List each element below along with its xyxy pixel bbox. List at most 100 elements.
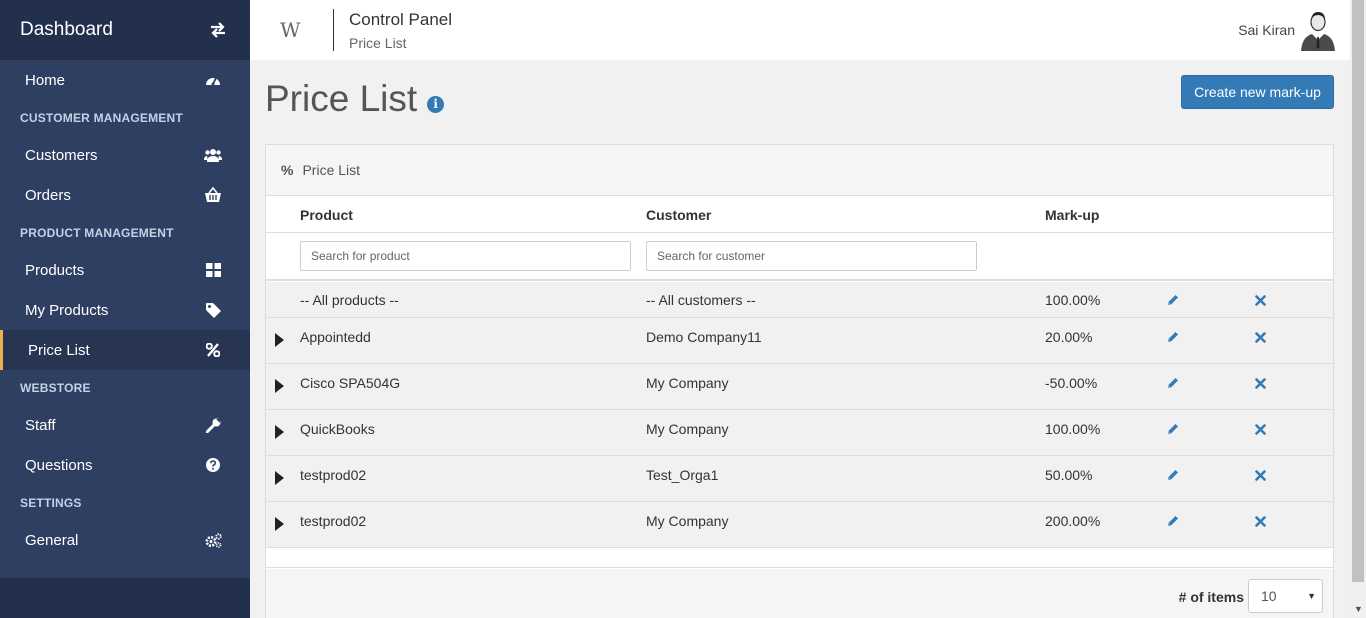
customer-cell: Test_Orga1 (646, 467, 719, 483)
expand-caret-icon[interactable] (275, 425, 284, 439)
close-icon[interactable] (1253, 376, 1267, 390)
logo[interactable]: W (280, 18, 301, 42)
sidebar-section-customer-management: CUSTOMER MANAGEMENT (20, 110, 183, 125)
expand-caret-icon[interactable] (275, 333, 284, 347)
product-cell: Appointedd (300, 329, 371, 345)
table-row-all: -- All products -- -- All customers -- 1… (266, 282, 1333, 318)
dashboard-icon (204, 71, 222, 89)
panel-heading: % Price List (266, 145, 1333, 196)
sidebar-section-product-management: PRODUCT MANAGEMENT (20, 225, 174, 240)
close-icon[interactable] (1253, 468, 1267, 482)
column-header-product[interactable]: Product (300, 207, 353, 223)
avatar[interactable] (1298, 9, 1338, 51)
table-row: Cisco SPA504G My Company -50.00% (266, 364, 1333, 410)
product-cell: testprod02 (300, 467, 367, 483)
page-title-text: Price List (265, 78, 418, 119)
markup-cell: 100.00% (1045, 292, 1101, 308)
pencil-icon[interactable] (1166, 468, 1180, 482)
wrench-icon (204, 416, 222, 434)
markup-cell: 200.00% (1045, 513, 1101, 529)
chevron-down-icon: ▼ (1307, 591, 1316, 601)
close-icon[interactable] (1253, 330, 1267, 344)
column-header-customer[interactable]: Customer (646, 207, 711, 223)
price-list-panel: % Price List Product Customer Mark-up --… (265, 144, 1334, 618)
percent-icon (204, 341, 222, 359)
pencil-icon[interactable] (1166, 514, 1180, 528)
cogs-icon (204, 531, 222, 549)
markup-cell: 50.00% (1045, 467, 1093, 483)
table-bottom-spacer (266, 548, 1333, 568)
percent-icon: % (281, 162, 294, 178)
close-icon[interactable] (1253, 514, 1267, 528)
sidebar-item-general[interactable]: General (0, 520, 250, 560)
pencil-icon[interactable] (1166, 293, 1180, 307)
sidebar-section-webstore: WEBSTORE (20, 380, 91, 395)
sidebar-item-label: My Products (25, 301, 109, 319)
pencil-icon[interactable] (1166, 330, 1180, 344)
tag-icon (204, 301, 222, 319)
expand-caret-icon[interactable] (275, 379, 284, 393)
expand-caret-icon[interactable] (275, 471, 284, 485)
sidebar-section-settings: SETTINGS (20, 495, 82, 510)
app-title: Control Panel (349, 10, 453, 29)
table-header: Product Customer Mark-up (266, 197, 1333, 233)
product-cell: QuickBooks (300, 421, 375, 437)
sidebar-title[interactable]: Dashboard (20, 19, 113, 41)
customer-cell: -- All customers -- (646, 292, 756, 308)
sidebar-item-price-list[interactable]: Price List (0, 330, 250, 370)
pencil-icon[interactable] (1166, 422, 1180, 436)
create-markup-button[interactable]: Create new mark-up (1181, 75, 1334, 109)
sidebar-item-home[interactable]: Home (0, 60, 250, 100)
close-icon[interactable] (1253, 293, 1267, 307)
breadcrumb: Price List (349, 35, 407, 51)
panel-title: Price List (302, 162, 361, 178)
sidebar-item-label: Staff (25, 416, 56, 434)
info-icon[interactable]: i (427, 95, 445, 113)
sidebar-item-label: General (25, 531, 79, 549)
customer-cell: My Company (646, 375, 729, 391)
sidebar-item-label: Questions (25, 456, 93, 474)
page-title: Price List i (265, 78, 445, 120)
items-per-page-value: 10 (1261, 588, 1277, 604)
sidebar-item-staff[interactable]: Staff (0, 405, 250, 445)
sidebar-header: Dashboard (0, 0, 250, 60)
sidebar-item-label: Customers (25, 146, 98, 164)
topbar: W Control Panel Price List Sai Kiran (250, 0, 1350, 60)
sidebar-item-my-products[interactable]: My Products (0, 290, 250, 330)
search-product-input[interactable] (300, 241, 631, 271)
pencil-icon[interactable] (1166, 376, 1180, 390)
divider (333, 9, 334, 51)
search-customer-input[interactable] (646, 241, 977, 271)
table-row: testprod02 My Company 200.00% (266, 502, 1333, 548)
sidebar-item-label: Products (25, 261, 85, 279)
customer-cell: My Company (646, 421, 729, 437)
sidebar-item-orders[interactable]: Orders (0, 175, 250, 215)
sidebar-item-customers[interactable]: Customers (0, 135, 250, 175)
column-header-markup[interactable]: Mark-up (1045, 207, 1099, 223)
expand-caret-icon[interactable] (275, 517, 284, 531)
scrollbar-thumb[interactable] (1352, 0, 1364, 582)
sidebar: Dashboard Home CUSTOMER MANAGEMENT Custome… (0, 0, 250, 618)
question-icon (204, 456, 222, 474)
sidebar-item-questions[interactable]: Questions (0, 445, 250, 485)
customer-cell: Demo Company11 (646, 329, 762, 345)
sidebar-item-products[interactable]: Products (0, 250, 250, 290)
product-cell: Cisco SPA504G (300, 375, 401, 391)
basket-icon (204, 186, 222, 204)
page-scrollbar[interactable]: ▼ (1350, 0, 1366, 618)
product-cell: -- All products -- (300, 292, 399, 308)
search-row (266, 233, 1333, 281)
items-per-page-select[interactable]: 10 ▼ (1248, 579, 1323, 613)
sidebar-item-label: Home (25, 71, 66, 89)
table-row: testprod02 Test_Orga1 50.00% (266, 456, 1333, 502)
user-name[interactable]: Sai Kiran (1238, 22, 1295, 38)
sidebar-item-label: Price List (28, 341, 90, 359)
close-icon[interactable] (1253, 422, 1267, 436)
product-cell: testprod02 (300, 513, 367, 529)
sidebar-nav: Home CUSTOMER MANAGEMENT Customers Orders PR… (0, 60, 250, 560)
sidebar-footer (0, 578, 250, 618)
markup-cell: -50.00% (1045, 375, 1098, 391)
markup-cell: 100.00% (1045, 421, 1101, 437)
scroll-down-arrow-icon[interactable]: ▼ (1354, 604, 1363, 614)
swap-arrows-icon[interactable] (206, 20, 230, 40)
